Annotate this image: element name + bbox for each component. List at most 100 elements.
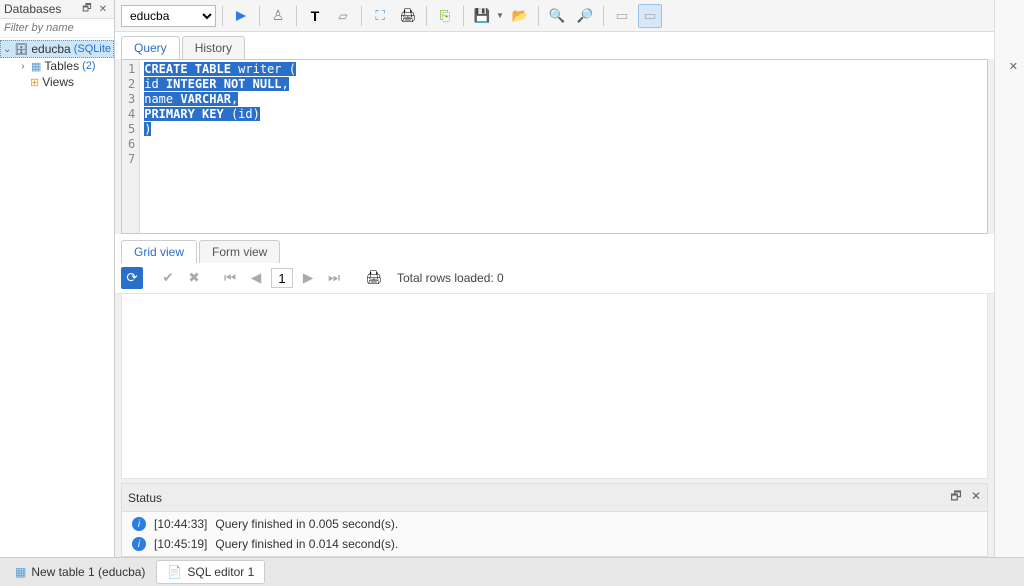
database-icon	[14, 42, 28, 56]
first-page-button[interactable]: ⏮	[219, 267, 241, 289]
status-timestamp: [10:44:33]	[154, 517, 207, 531]
refresh-button[interactable]: ⟳	[121, 267, 143, 289]
sql-tabs: Query History	[115, 32, 994, 59]
dropdown-arrow-icon[interactable]: ▼	[496, 11, 504, 20]
tab-history[interactable]: History	[182, 36, 245, 59]
open-button[interactable]: 📂	[508, 4, 532, 28]
refresh-icon: ⟳	[126, 270, 137, 286]
table-icon: ▦	[15, 565, 26, 579]
bottom-tab-new-table[interactable]: ▦ New table 1 (educba)	[4, 560, 156, 584]
text-icon: T	[311, 8, 320, 24]
views-icon	[30, 75, 39, 89]
status-restore-icon[interactable]: 🗗	[950, 489, 961, 503]
tables-icon	[31, 59, 41, 73]
prev-page-button[interactable]: ◀	[245, 267, 267, 289]
editor-gutter: 1234567	[122, 60, 140, 233]
layout-b-button[interactable]: ▭	[638, 4, 662, 28]
profile-icon: ♙	[272, 7, 285, 24]
format-button[interactable]: T	[303, 4, 327, 28]
tree-item-label: Views	[42, 75, 74, 89]
status-message: Query finished in 0.005 second(s).	[215, 517, 398, 531]
prev-icon: ◀	[251, 270, 261, 286]
eraser-icon: ▱	[338, 9, 347, 23]
right-gutter: ✕	[994, 0, 1024, 557]
separator	[603, 6, 604, 26]
floppy-icon: 💾	[474, 8, 491, 24]
last-page-button[interactable]: ⏭	[323, 267, 345, 289]
print-button[interactable]: 🖨	[396, 4, 420, 28]
database-selector[interactable]: educba	[121, 5, 216, 27]
main-toolbar: educba ♙ T ▱ ⛶ 🖨 ⎘ 💾 ▼ 📂 🔍 🔎	[115, 0, 994, 32]
close-icon[interactable]: ✕	[1009, 60, 1018, 73]
clear-button[interactable]: ▱	[331, 4, 355, 28]
layout-a-button[interactable]: ▭	[610, 4, 634, 28]
tab-query[interactable]: Query	[121, 36, 180, 59]
execute-button[interactable]	[229, 4, 253, 28]
magnifier-replace-icon: 🔎	[577, 8, 594, 24]
bottom-tab-sql-editor[interactable]: 📄 SQL editor 1	[156, 560, 265, 584]
folder-open-icon: 📂	[512, 8, 529, 24]
page-number-input[interactable]	[271, 268, 293, 288]
tree-item-views[interactable]: Views	[0, 74, 114, 90]
databases-panel: Databases 🗗 ✕ ⌄ educba (SQLite › Tables	[0, 0, 115, 557]
play-icon	[235, 10, 247, 22]
results-grid[interactable]	[121, 294, 988, 479]
tree-item-label: educba	[31, 42, 70, 56]
separator	[296, 6, 297, 26]
status-timestamp: [10:45:19]	[154, 537, 207, 551]
chevron-down-icon[interactable]: ⌄	[3, 44, 11, 55]
schema-icon: ⛶	[375, 8, 384, 24]
databases-panel-title: Databases	[4, 2, 61, 16]
filter-input[interactable]	[0, 19, 114, 38]
status-row: i [10:45:19] Query finished in 0.014 sec…	[122, 534, 987, 554]
panel-close-icon[interactable]: ✕	[96, 2, 110, 16]
sql-editor[interactable]: 1234567 CREATE TABLE writer ( id INTEGER…	[121, 59, 988, 234]
tab-grid-view[interactable]: Grid view	[121, 240, 197, 263]
find-replace-button[interactable]: 🔎	[573, 4, 597, 28]
info-icon: i	[132, 537, 146, 551]
status-panel: Status 🗗 ✕ i [10:44:33] Query finished i…	[121, 483, 988, 557]
tree-item-database[interactable]: ⌄ educba (SQLite	[0, 40, 114, 58]
save-button[interactable]: 💾	[470, 4, 494, 28]
separator	[538, 6, 539, 26]
next-page-button[interactable]: ▶	[297, 267, 319, 289]
cross-icon: ✖	[188, 270, 199, 286]
printer-icon: 🖨	[366, 270, 383, 286]
schema-button[interactable]: ⛶	[368, 4, 392, 28]
result-tabs: Grid view Form view	[115, 234, 994, 263]
explain-query-button[interactable]: ♙	[266, 4, 290, 28]
status-row: i [10:44:33] Query finished in 0.005 sec…	[122, 514, 987, 534]
rollback-button[interactable]: ✖	[183, 267, 205, 289]
commit-button[interactable]: ✔	[157, 267, 179, 289]
separator	[463, 6, 464, 26]
magnifier-icon: 🔍	[549, 8, 566, 24]
database-tree: ⌄ educba (SQLite › Tables (2) Views	[0, 38, 114, 92]
check-icon: ✔	[162, 270, 173, 286]
print-results-button[interactable]: 🖨	[363, 267, 385, 289]
results-toolbar: ⟳ ✔ ✖ ⏮ ◀ ▶ ⏭ 🖨 Total rows loaded: 0	[115, 263, 994, 294]
new-button[interactable]: ⎘	[433, 4, 457, 28]
layout-icon: ▭	[616, 8, 629, 24]
bottom-tab-label: New table 1 (educba)	[31, 565, 145, 579]
status-close-icon[interactable]: ✕	[971, 489, 981, 503]
last-page-icon: ⏭	[328, 270, 340, 286]
tree-item-count: (2)	[82, 60, 95, 72]
layout-split-icon: ▭	[644, 8, 657, 24]
sql-icon: 📄	[167, 565, 182, 579]
separator	[259, 6, 260, 26]
bottom-tabs: ▦ New table 1 (educba) 📄 SQL editor 1	[0, 557, 1024, 586]
panel-restore-icon[interactable]: 🗗	[80, 2, 94, 16]
printer-icon: 🖨	[400, 8, 417, 24]
chevron-right-icon[interactable]: ›	[18, 61, 28, 72]
separator	[361, 6, 362, 26]
status-title: Status	[128, 491, 162, 505]
editor-content[interactable]: CREATE TABLE writer ( id INTEGER NOT NUL…	[140, 60, 300, 233]
status-message: Query finished in 0.014 second(s).	[215, 537, 398, 551]
tree-item-label: Tables	[44, 59, 79, 73]
find-button[interactable]: 🔍	[545, 4, 569, 28]
first-page-icon: ⏮	[224, 270, 236, 286]
tree-item-tables[interactable]: › Tables (2)	[0, 58, 114, 74]
tab-form-view[interactable]: Form view	[199, 240, 280, 263]
bottom-tab-label: SQL editor 1	[187, 565, 254, 579]
separator	[222, 6, 223, 26]
